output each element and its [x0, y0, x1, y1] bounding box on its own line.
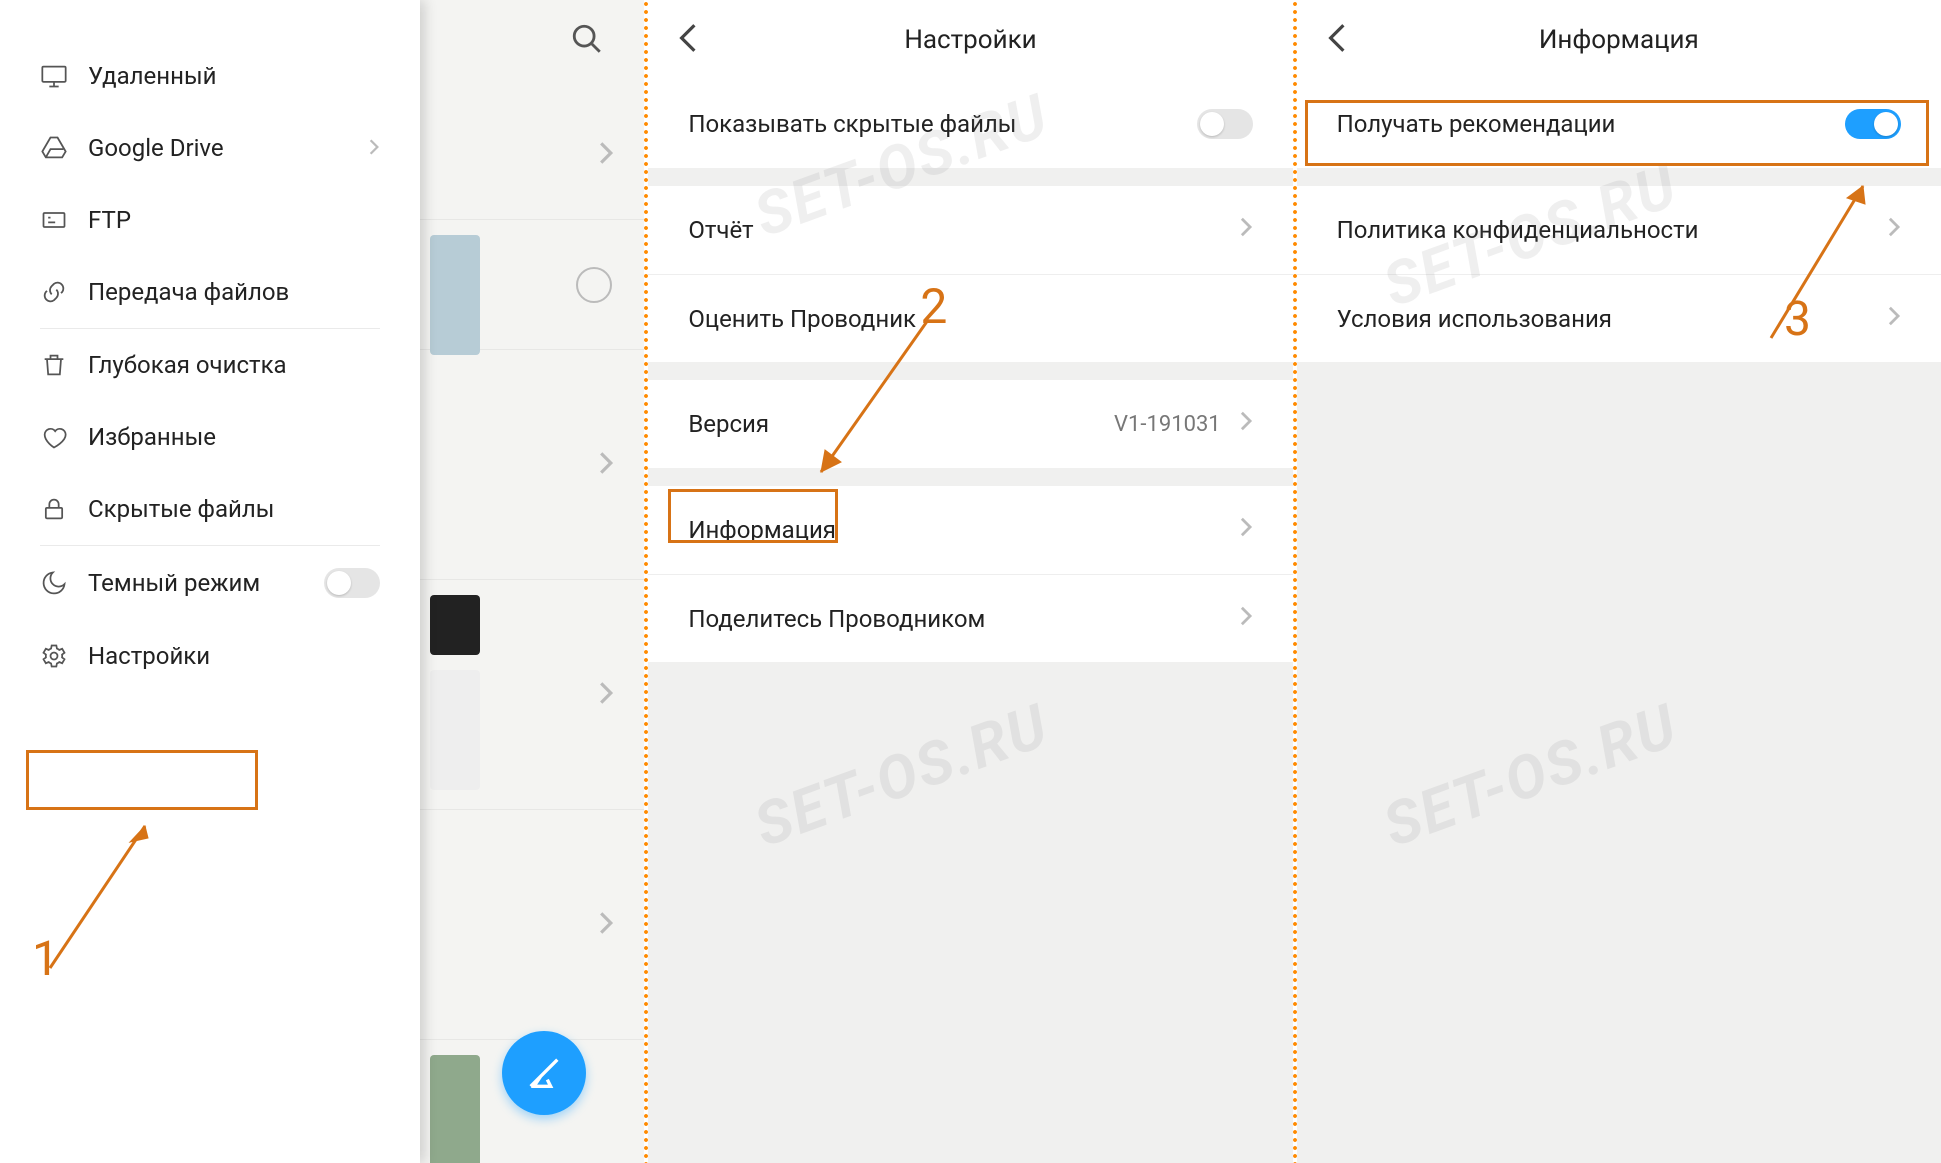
gear-icon [40, 642, 68, 670]
recommendations-toggle[interactable] [1845, 109, 1901, 139]
row-terms[interactable]: Условия использования [1297, 274, 1941, 362]
sidebar-item-label: Удаленный [88, 62, 216, 90]
row-label: Показывать скрытые файлы [688, 110, 1016, 138]
row-recommendations[interactable]: Получать рекомендации [1297, 80, 1941, 168]
sidebar-item-label: Настройки [88, 642, 210, 670]
row-label: Поделитесь Проводником [688, 605, 985, 633]
chevron-right-icon [598, 910, 614, 940]
watermark: SET-OS.RU [1374, 690, 1687, 862]
version-value: V1-191031 [1114, 412, 1239, 437]
sidebar-item-label: Темный режим [88, 569, 260, 597]
row-label: Версия [688, 410, 769, 438]
hidden-files-toggle[interactable] [1197, 109, 1253, 139]
screen-file-explorer: Удаленный Google Drive FTP [0, 0, 644, 1163]
chevron-right-icon [368, 134, 380, 162]
file-row[interactable] [420, 90, 644, 220]
sidebar-item-label: Скрытые файлы [88, 495, 274, 523]
row-label: Условия использования [1337, 305, 1612, 333]
sidebar-item-deep-clean[interactable]: Глубокая очистка [0, 329, 420, 401]
sidebar-item-label: Избранные [88, 423, 216, 451]
screen-information: Информация Получать рекомендации Политик… [1297, 0, 1941, 1163]
sidebar-item-label: FTP [88, 206, 131, 234]
search-icon[interactable] [570, 22, 604, 60]
row-label: Получать рекомендации [1337, 110, 1616, 138]
chevron-right-icon [1239, 410, 1253, 438]
sidebar-item-hidden[interactable]: Скрытые файлы [0, 473, 420, 545]
page-header: Информация [1297, 0, 1941, 80]
row-label: Отчёт [688, 216, 753, 244]
sidebar-item-ftp[interactable]: FTP [0, 184, 420, 256]
back-button[interactable] [678, 22, 698, 58]
row-rate[interactable]: Оценить Проводник [648, 274, 1292, 362]
sidebar-item-remote[interactable]: Удаленный [0, 40, 420, 112]
file-row[interactable] [420, 350, 644, 580]
sidebar-item-label: Передача файлов [88, 278, 289, 306]
sidebar-item-label: Глубокая очистка [88, 351, 287, 379]
ftp-icon [40, 206, 68, 234]
sidebar-item-favorites[interactable]: Избранные [0, 401, 420, 473]
chevron-right-icon [1239, 605, 1253, 633]
clean-fab-button[interactable] [502, 1031, 586, 1115]
background-grid [420, 0, 644, 1163]
trash-icon [40, 351, 68, 379]
row-show-hidden[interactable]: Показывать скрытые файлы [648, 80, 1292, 168]
row-share[interactable]: Поделитесь Проводником [648, 574, 1292, 662]
back-button[interactable] [1327, 22, 1347, 58]
lock-icon [40, 495, 68, 523]
link-icon [40, 278, 68, 306]
row-privacy[interactable]: Политика конфиденциальности [1297, 186, 1941, 274]
file-row[interactable] [420, 220, 644, 350]
select-circle-icon[interactable] [576, 267, 612, 303]
chevron-right-icon [1887, 305, 1901, 333]
sidebar-item-darkmode[interactable]: Темный режим [0, 546, 420, 620]
watermark: SET-OS.RU [745, 690, 1058, 862]
row-report[interactable]: Отчёт [648, 186, 1292, 274]
page-title: Настройки [648, 25, 1292, 55]
row-label: Информация [688, 516, 836, 544]
chevron-right-icon [1239, 516, 1253, 544]
sidebar-item-label: Google Drive [88, 134, 224, 162]
chevron-right-icon [598, 140, 614, 170]
chevron-right-icon [1239, 216, 1253, 244]
monitor-icon [40, 62, 68, 90]
chevron-right-icon [598, 450, 614, 480]
chevron-right-icon [1887, 216, 1901, 244]
row-version[interactable]: Версия V1-191031 [648, 380, 1292, 468]
row-label: Политика конфиденциальности [1337, 216, 1699, 244]
chevron-right-icon [598, 680, 614, 710]
sidebar-item-gdrive[interactable]: Google Drive [0, 112, 420, 184]
gdrive-icon [40, 134, 68, 162]
moon-icon [40, 569, 68, 597]
page-header: Настройки [648, 0, 1292, 80]
row-label: Оценить Проводник [688, 305, 916, 333]
sidebar-item-transfer[interactable]: Передача файлов [0, 256, 420, 328]
file-row[interactable] [420, 580, 644, 810]
sidebar-drawer: Удаленный Google Drive FTP [0, 0, 420, 1163]
page-title: Информация [1297, 25, 1941, 55]
screen-settings: Настройки Показывать скрытые файлы Отчёт… [648, 0, 1292, 1163]
darkmode-toggle[interactable] [324, 568, 380, 598]
row-information[interactable]: Информация [648, 486, 1292, 574]
heart-icon [40, 423, 68, 451]
sidebar-item-settings[interactable]: Настройки [0, 620, 420, 692]
file-row[interactable] [420, 810, 644, 1040]
